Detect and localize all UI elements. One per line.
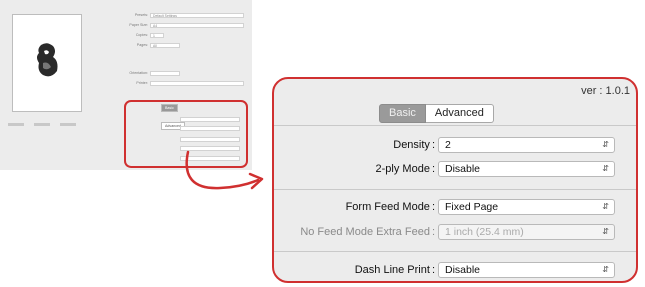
page-preview: [12, 14, 82, 112]
no-feed-extra-label: No Feed Mode Extra Feed:: [300, 226, 435, 238]
version-label: ver : 1.0.1: [581, 85, 630, 97]
density-value: 2: [445, 139, 451, 151]
thumb-row-label: Pages:: [136, 43, 148, 47]
zoomed-settings-panel: ver : 1.0.1 Basic Advanced Density: 2 ⇵ 2…: [272, 77, 638, 283]
dash-line-value: Disable: [445, 264, 481, 276]
form-feed-select[interactable]: Fixed Page ⇵: [438, 199, 615, 215]
dash-line-select[interactable]: Disable ⇵: [438, 262, 615, 278]
settings-group-divider: [274, 189, 636, 190]
no-feed-extra-row: No Feed Mode Extra Feed: 1 inch (25.4 mm…: [274, 224, 636, 242]
dash-line-label: Dash Line Print:: [354, 264, 435, 276]
thumb-row-label: Copies:: [135, 33, 148, 37]
zoom-arrow-icon: [185, 150, 264, 190]
form-feed-value: Fixed Page: [445, 201, 499, 213]
chevron-updown-icon: ⇵: [602, 164, 609, 173]
two-ply-row: 2-ply Mode: Disable ⇵: [274, 161, 636, 179]
no-feed-extra-select[interactable]: 1 inch (25.4 mm) ⇵: [438, 224, 615, 240]
thumb-row: Orientation:: [129, 70, 180, 77]
preview-nav: [8, 113, 108, 126]
form-feed-row: Form Feed Mode: Fixed Page ⇵: [274, 199, 636, 217]
density-row: Density: 2 ⇵: [274, 137, 636, 155]
two-ply-value: Disable: [445, 163, 481, 175]
settings-group-divider: [274, 125, 636, 126]
thumb-row: Paper Size: A4: [129, 22, 244, 29]
density-label: Density:: [393, 139, 435, 151]
thumb-row-value[interactable]: 1: [150, 33, 164, 38]
thumb-row-value[interactable]: A4: [150, 23, 244, 28]
tab-control: Basic Advanced: [379, 104, 494, 123]
thumb-row-label: Presets:: [134, 13, 148, 17]
dash-line-row: Dash Line Print: Disable ⇵: [274, 262, 636, 280]
thumb-row: Printer:: [136, 80, 244, 87]
chevron-updown-icon: ⇵: [602, 227, 609, 236]
tab-advanced[interactable]: Advanced: [425, 104, 494, 123]
thumb-row: Copies: 1: [136, 32, 164, 39]
print-dialog-thumbnail: Presets: Default Settings Paper Size: A4…: [0, 0, 252, 170]
thumb-row: Presets: Default Settings: [135, 12, 244, 19]
thumb-row-value[interactable]: Default Settings: [150, 13, 244, 18]
thumb-row-label: Printer:: [136, 81, 148, 85]
tab-basic[interactable]: Basic: [379, 104, 426, 123]
thumb-row-value[interactable]: [150, 81, 244, 86]
chevron-updown-icon: ⇵: [602, 265, 609, 274]
form-feed-label: Form Feed Mode:: [345, 201, 435, 213]
settings-group-divider: [274, 251, 636, 252]
thumb-row: Pages: All: [137, 42, 180, 49]
two-ply-label: 2-ply Mode:: [375, 163, 435, 175]
preview-image-icon: [37, 43, 58, 77]
no-feed-extra-value: 1 inch (25.4 mm): [445, 226, 524, 238]
chevron-updown-icon: ⇵: [602, 140, 609, 149]
thumb-row-label: Paper Size:: [129, 23, 148, 27]
thumb-row-label: Orientation:: [129, 71, 148, 75]
chevron-updown-icon: ⇵: [602, 202, 609, 211]
two-ply-select[interactable]: Disable ⇵: [438, 161, 615, 177]
thumb-row-value[interactable]: All: [150, 43, 180, 48]
thumb-row-value[interactable]: [150, 71, 180, 76]
density-select[interactable]: 2 ⇵: [438, 137, 615, 153]
